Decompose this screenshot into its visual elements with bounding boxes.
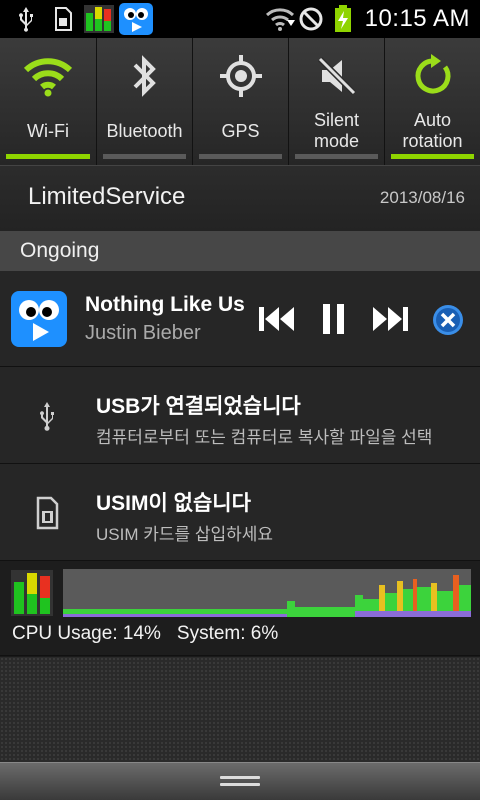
wifi-toggle[interactable]: Wi-Fi	[0, 38, 96, 165]
no-signal-icon	[296, 4, 326, 34]
close-icon	[433, 305, 463, 335]
status-bar[interactable]: 10:15 AM	[0, 0, 480, 38]
usb-subtitle: 컴퓨터로부터 또는 컴퓨터로 복사할 파일을 선택	[96, 428, 433, 447]
panel-drag-handle[interactable]	[0, 762, 480, 800]
gps-status-bar	[199, 154, 282, 159]
next-icon	[373, 307, 408, 331]
ongoing-label: Ongoing	[20, 239, 100, 262]
gps-label: GPS	[221, 120, 260, 141]
wifi-status-bar	[6, 154, 90, 159]
cpu-history-graph	[63, 569, 471, 617]
system-usage-value: System: 6%	[176, 623, 279, 644]
previous-icon	[259, 307, 294, 331]
usim-title: USIM이 없습니다	[96, 492, 251, 515]
silent-mode-toggle[interactable]: Silent mode	[288, 38, 384, 165]
usb-notification[interactable]: USB가 연결되었습니다 컴퓨터로부터 또는 컴퓨터로 복사할 파일을 선택	[0, 367, 480, 464]
silent-mode-label: Silent mode	[313, 110, 360, 151]
music-notification[interactable]: Nothing Like Us ( Justin Bieber	[0, 271, 480, 367]
usim-notification[interactable]: USIM이 없습니다 USIM 카드를 삽입하세요	[0, 464, 480, 561]
music-app-icon	[11, 291, 67, 347]
carrier-row: LimitedService 2013/08/16	[0, 165, 480, 231]
next-button[interactable]	[369, 299, 411, 339]
usim-subtitle: USIM 카드를 삽입하세요	[96, 525, 274, 544]
pause-button[interactable]	[314, 299, 354, 339]
bluetooth-toggle[interactable]: Bluetooth	[96, 38, 192, 165]
usb-title: USB가 연결되었습니다	[96, 395, 301, 418]
wifi-signal-icon	[264, 4, 296, 34]
cpu-meter-icon	[11, 570, 53, 616]
auto-rotation-label: Auto rotation	[402, 110, 463, 151]
gps-icon	[193, 48, 288, 104]
cpu-monitor-notification[interactable]: CPU Usage: 14% System: 6%	[0, 561, 480, 656]
wifi-icon	[0, 48, 96, 104]
gps-toggle[interactable]: GPS	[192, 38, 288, 165]
bluetooth-label: Bluetooth	[106, 120, 183, 141]
close-button[interactable]	[430, 302, 466, 338]
usb-icon	[36, 401, 60, 431]
sim-card-icon	[34, 496, 62, 530]
song-title: Nothing Like Us (	[85, 293, 250, 316]
silent-mode-icon	[289, 48, 384, 104]
auto-rotation-toggle[interactable]: Auto rotation	[384, 38, 480, 165]
pause-icon	[323, 304, 344, 334]
quick-settings-panel: Wi-Fi Bluetooth GPS Silent mode Auto rot…	[0, 38, 480, 165]
bluetooth-icon	[97, 48, 192, 104]
wifi-label: Wi-Fi	[27, 120, 69, 141]
cpu-usage-value: CPU Usage: 14%	[12, 623, 161, 644]
date-label: 2013/08/16	[379, 188, 465, 207]
sim-card-icon	[50, 4, 76, 34]
silent-mode-status-bar	[295, 154, 378, 159]
music-app-icon	[118, 3, 154, 35]
auto-rotation-status-bar	[391, 154, 474, 159]
carrier-name: LimitedService	[28, 183, 186, 210]
grip-line-top	[220, 776, 260, 779]
grip-line-bottom	[220, 783, 260, 786]
ongoing-header: Ongoing	[0, 231, 480, 271]
notification-empty-area	[0, 657, 480, 762]
bluetooth-status-bar	[103, 154, 186, 159]
usb-icon	[12, 4, 40, 34]
battery-charging-icon	[332, 4, 354, 34]
auto-rotation-icon	[385, 48, 480, 104]
previous-button[interactable]	[256, 299, 298, 339]
clock: 10:15 AM	[364, 5, 470, 32]
cpu-usage-text: CPU Usage: 14% System: 6%	[12, 623, 278, 645]
cpu-meter-icon	[84, 4, 114, 34]
artist-name: Justin Bieber	[85, 322, 201, 344]
